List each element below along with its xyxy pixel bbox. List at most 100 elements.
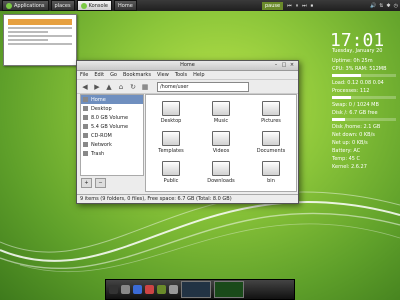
sidebar-item-label: Network xyxy=(91,141,112,148)
workspace-pager-1[interactable] xyxy=(181,281,211,298)
folder-item[interactable]: Downloads xyxy=(204,159,238,185)
sidebar-item-network[interactable]: Network xyxy=(81,140,143,149)
folder-label: Public xyxy=(163,178,179,184)
menu-tools[interactable]: Tools xyxy=(175,72,187,78)
prev-icon[interactable]: ⏮ xyxy=(287,3,292,9)
add-place-button[interactable]: + xyxy=(81,178,92,188)
menu-go[interactable]: Go xyxy=(110,72,117,78)
remove-place-button[interactable]: − xyxy=(95,178,106,188)
settings-icon[interactable] xyxy=(169,285,178,294)
player-chip: pause xyxy=(262,1,284,10)
home-icon[interactable]: ⌂ xyxy=(117,83,125,91)
sidebar-item-cdrom[interactable]: CD-ROM xyxy=(81,131,143,140)
task-home[interactable]: Home xyxy=(114,0,137,11)
location-field[interactable]: /home/user xyxy=(157,81,249,92)
mail-icon[interactable] xyxy=(145,285,154,294)
menu-file[interactable]: File xyxy=(80,72,88,78)
folder-item[interactable]: bin xyxy=(254,159,288,185)
minimize-icon[interactable]: – xyxy=(273,62,279,68)
menu-help[interactable]: Help xyxy=(193,72,204,78)
task-konsole[interactable]: Konsole xyxy=(76,0,112,11)
apps-icon xyxy=(6,2,12,9)
monitor-bar xyxy=(332,74,396,77)
monitor-line: Net down: 0 KB/s xyxy=(332,132,375,138)
folder-item[interactable]: Templates xyxy=(154,129,188,155)
menu-view[interactable]: View xyxy=(157,72,169,78)
folder-item[interactable]: Music xyxy=(204,99,238,125)
music-icon[interactable] xyxy=(157,285,166,294)
folder-item[interactable]: Desktop xyxy=(154,99,188,125)
task-label: Home xyxy=(118,2,133,9)
folder-icon xyxy=(212,161,230,176)
drive-icon xyxy=(83,115,88,120)
folder-label: Desktop xyxy=(160,118,182,124)
next-icon[interactable]: ⏭ xyxy=(302,3,307,9)
up-icon[interactable]: ▲ xyxy=(105,83,113,91)
cdrom-icon xyxy=(83,133,88,138)
menu-bookmarks[interactable]: Bookmarks xyxy=(123,72,151,78)
file-manager-window: Home – □ × File Edit Go Bookmarks View T… xyxy=(76,60,299,204)
desktop-widget[interactable] xyxy=(3,14,77,66)
bluetooth-icon[interactable]: ✱ xyxy=(386,3,390,9)
folder-item[interactable]: Public xyxy=(154,159,188,185)
folder-label: Downloads xyxy=(207,178,235,184)
desktop-icon xyxy=(83,106,88,111)
home-icon xyxy=(83,97,88,102)
task-label: Applications xyxy=(14,2,45,9)
reload-icon[interactable]: ↻ xyxy=(129,83,137,91)
system-tray: 🔊 ⇅ ✱ ◷ xyxy=(367,1,398,10)
sidebar-controls: + − xyxy=(81,178,109,188)
folder-label: bin xyxy=(267,178,275,184)
close-icon[interactable]: × xyxy=(289,62,295,68)
view-icon[interactable]: ▦ xyxy=(141,83,149,91)
sidebar-item-trash[interactable]: Trash xyxy=(81,149,143,158)
toolbar: ◀ ▶ ▲ ⌂ ↻ ▦ /home/user xyxy=(77,80,298,94)
file-view: Desktop Music Pictures Templates Videos … xyxy=(145,94,297,192)
forward-icon[interactable]: ▶ xyxy=(93,83,101,91)
folder-label: Videos xyxy=(212,148,230,154)
monitor-line: Processes: 112 xyxy=(332,88,370,94)
monitor-line: Kernel: 2.6.27 xyxy=(332,164,367,170)
monitor-line: Load: 0.12 0.08 0.04 xyxy=(332,80,384,86)
pause-icon[interactable]: ⏸ xyxy=(296,3,299,9)
widget-header-bar xyxy=(8,19,72,25)
folder-label: Music xyxy=(213,118,229,124)
back-icon[interactable]: ◀ xyxy=(81,83,89,91)
widget-line xyxy=(8,31,48,33)
places-sidebar: Home Desktop 8.0 GB Volume 5.4 GB Volume… xyxy=(80,94,144,176)
folder-item[interactable]: Documents xyxy=(254,129,288,155)
window-title: Home xyxy=(180,62,195,68)
folder-icon xyxy=(212,101,230,116)
folder-item[interactable]: Pictures xyxy=(254,99,288,125)
folder-item[interactable]: Videos xyxy=(204,129,238,155)
stop-icon[interactable]: ⏹ xyxy=(311,3,314,9)
sidebar-item-label: Trash xyxy=(91,150,105,157)
task-places[interactable]: places xyxy=(50,0,75,11)
widget-line xyxy=(8,27,72,29)
window-titlebar[interactable]: Home – □ × xyxy=(77,61,298,71)
workspace-pager-2[interactable] xyxy=(214,281,244,298)
trash-icon xyxy=(83,151,88,156)
sidebar-item-volume-2[interactable]: 5.4 GB Volume xyxy=(81,122,143,131)
terminal-icon[interactable] xyxy=(109,285,118,294)
home-icon[interactable] xyxy=(121,285,130,294)
sidebar-item-desktop[interactable]: Desktop xyxy=(81,104,143,113)
sidebar-item-volume-1[interactable]: 8.0 GB Volume xyxy=(81,113,143,122)
folder-label: Documents xyxy=(256,148,286,154)
folder-icon xyxy=(262,101,280,116)
network-icon[interactable]: ⇅ xyxy=(379,3,383,9)
folder-icon xyxy=(162,161,180,176)
maximize-icon[interactable]: □ xyxy=(281,62,287,68)
browser-icon[interactable] xyxy=(133,285,142,294)
sidebar-item-label: 8.0 GB Volume xyxy=(91,114,129,121)
sidebar-item-home[interactable]: Home xyxy=(81,95,143,104)
top-taskbar: Applications places Konsole Home pause ⏮… xyxy=(0,0,400,11)
monitor-line: Battery: AC xyxy=(332,148,361,154)
task-label: places xyxy=(54,2,71,9)
monitor-bar xyxy=(332,118,396,121)
clock-icon[interactable]: ◷ xyxy=(394,3,398,9)
menu-edit[interactable]: Edit xyxy=(94,72,104,78)
volume-icon[interactable]: 🔊 xyxy=(370,3,376,9)
task-applications[interactable]: Applications xyxy=(2,0,49,11)
widget-line xyxy=(8,35,72,37)
